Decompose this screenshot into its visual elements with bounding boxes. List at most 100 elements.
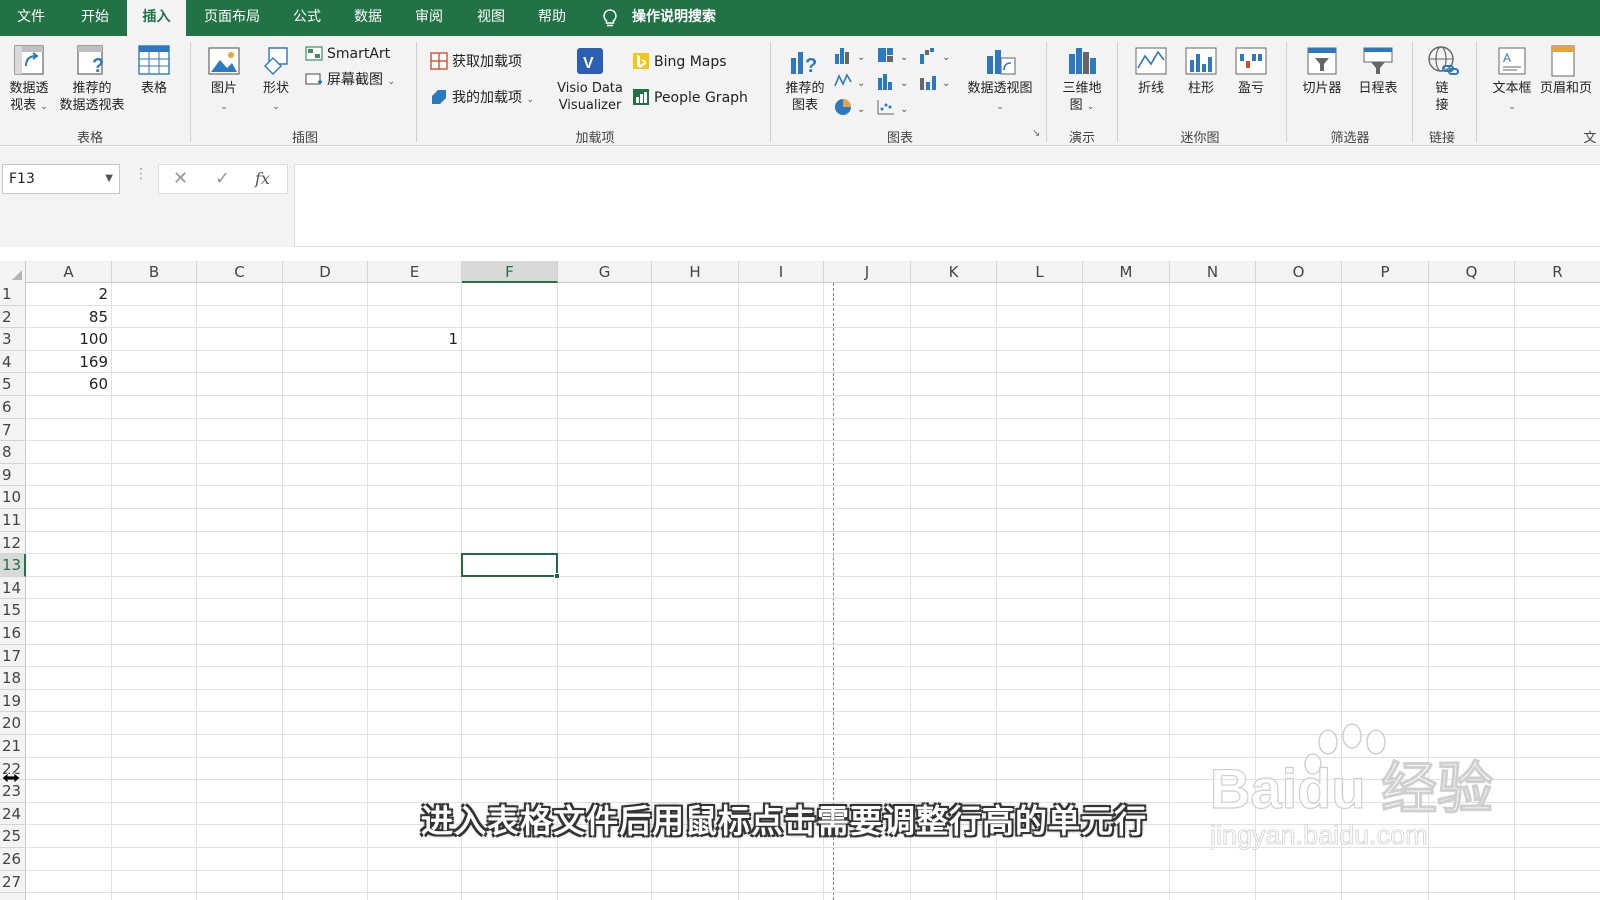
- tell-me-search[interactable]: 操作说明搜索: [624, 0, 724, 36]
- column-header-n[interactable]: N: [1170, 261, 1256, 283]
- get-addins-button[interactable]: 获取加载项: [430, 52, 522, 72]
- row-header-19[interactable]: 19: [0, 690, 26, 713]
- row-header-18[interactable]: 18: [0, 667, 26, 690]
- visio-data-visualizer-button[interactable]: V Visio Data Visualizer: [551, 44, 629, 114]
- sparkline-winloss-button[interactable]: 盈亏: [1230, 44, 1272, 97]
- chevron-down-icon[interactable]: ▼: [105, 165, 113, 193]
- tab-insert[interactable]: 插入: [127, 0, 186, 37]
- hierarchy-chart-icon[interactable]: ⌄: [876, 46, 910, 64]
- tab-view[interactable]: 视图: [466, 0, 516, 36]
- column-header-q[interactable]: Q: [1429, 261, 1515, 283]
- cell-a4[interactable]: 169: [26, 351, 108, 373]
- link-button[interactable]: 链 接: [1420, 44, 1464, 114]
- row-header-16[interactable]: 16: [0, 622, 26, 645]
- column-header-j[interactable]: J: [824, 261, 911, 283]
- tab-page-layout[interactable]: 页面布局: [196, 0, 268, 36]
- waterfall-chart-icon[interactable]: ⌄: [918, 46, 952, 64]
- row-header-26[interactable]: 26: [0, 848, 26, 871]
- my-addins-button[interactable]: 我的加载项 ⌄: [430, 88, 534, 110]
- pie-chart-icon[interactable]: ⌄: [833, 98, 867, 116]
- insert-function-icon[interactable]: fx: [255, 169, 270, 188]
- row-header-17[interactable]: 17: [0, 645, 26, 668]
- row-header-21[interactable]: 21: [0, 735, 26, 758]
- row-header-12[interactable]: 12: [0, 532, 26, 555]
- timeline-button[interactable]: 日程表: [1352, 44, 1404, 97]
- dialog-launcher-icon[interactable]: ↘: [1032, 128, 1040, 139]
- people-graph-button[interactable]: People Graph: [632, 88, 748, 108]
- screenshot-button[interactable]: 屏幕截图 ⌄: [305, 70, 395, 92]
- header-footer-button[interactable]: 页眉和页: [1540, 44, 1600, 97]
- row-header-27[interactable]: 27: [0, 871, 26, 894]
- column-header-c[interactable]: C: [197, 261, 283, 283]
- cell-a3[interactable]: 100: [26, 328, 108, 350]
- line-chart-icon[interactable]: ⌄: [833, 72, 867, 90]
- column-chart-icon[interactable]: ⌄: [833, 46, 867, 64]
- cell-a2[interactable]: 85: [26, 306, 108, 328]
- pictures-button[interactable]: 图片 ⌄: [203, 44, 245, 116]
- column-header-i[interactable]: I: [739, 261, 824, 283]
- row-header-3[interactable]: 3: [0, 328, 26, 351]
- row-header-2[interactable]: 2: [0, 306, 26, 329]
- cell-a1[interactable]: 2: [26, 283, 108, 305]
- combo-chart-icon[interactable]: ⌄: [918, 72, 952, 90]
- row-header-5[interactable]: 5: [0, 373, 26, 396]
- row-header-15[interactable]: 15: [0, 599, 26, 622]
- column-header-a[interactable]: A: [26, 261, 112, 283]
- row-header-9[interactable]: 9: [0, 464, 26, 487]
- row-header-6[interactable]: 6: [0, 396, 26, 419]
- slicer-button[interactable]: 切片器: [1296, 44, 1348, 97]
- row-header-4[interactable]: 4: [0, 351, 26, 374]
- scatter-chart-icon[interactable]: ⌄: [876, 98, 910, 116]
- tab-help[interactable]: 帮助: [527, 0, 577, 36]
- table-button[interactable]: 表格: [133, 44, 175, 97]
- column-header-b[interactable]: B: [112, 261, 197, 283]
- enter-icon[interactable]: ✓: [215, 168, 230, 189]
- recommended-pivot-table-button[interactable]: ? 推荐的 数据透视表: [56, 44, 128, 114]
- tab-file[interactable]: 文件: [6, 0, 56, 36]
- column-header-e[interactable]: E: [368, 261, 462, 283]
- row-header-8[interactable]: 8: [0, 441, 26, 464]
- sparkline-line-button[interactable]: 折线: [1130, 44, 1172, 97]
- recommended-charts-button[interactable]: ? 推荐的 图表: [780, 44, 830, 114]
- fill-handle[interactable]: [554, 572, 560, 579]
- row-header-10[interactable]: 10: [0, 486, 26, 509]
- smartart-button[interactable]: SmartArt: [305, 44, 390, 64]
- row-header-14[interactable]: 14: [0, 577, 26, 600]
- cancel-icon[interactable]: ✕: [173, 168, 188, 189]
- row-header-7[interactable]: 7: [0, 419, 26, 442]
- shapes-button[interactable]: 形状 ⌄: [255, 44, 297, 116]
- sparkline-column-button[interactable]: 柱形: [1180, 44, 1222, 97]
- row-header-11[interactable]: 11: [0, 509, 26, 532]
- tab-data[interactable]: 数据: [343, 0, 393, 36]
- text-box-button[interactable]: A 文本框 ⌄: [1486, 44, 1538, 116]
- column-header-o[interactable]: O: [1256, 261, 1342, 283]
- column-header-d[interactable]: D: [283, 261, 368, 283]
- column-header-l[interactable]: L: [997, 261, 1083, 283]
- column-header-r[interactable]: R: [1515, 261, 1600, 283]
- column-header-f[interactable]: F: [462, 261, 558, 283]
- cell-a5[interactable]: 60: [26, 373, 108, 395]
- tab-formulas[interactable]: 公式: [282, 0, 332, 36]
- statistic-chart-icon[interactable]: ⌄: [876, 72, 910, 90]
- column-header-p[interactable]: P: [1342, 261, 1429, 283]
- column-header-m[interactable]: M: [1083, 261, 1170, 283]
- 3d-map-button[interactable]: 三维地 图 ⌄: [1054, 44, 1110, 116]
- row-header-1[interactable]: 1: [0, 283, 26, 306]
- tab-review[interactable]: 审阅: [404, 0, 454, 36]
- lightbulb-icon[interactable]: [600, 8, 620, 28]
- cell-e3[interactable]: 1: [368, 328, 458, 350]
- formula-input[interactable]: [294, 164, 1600, 247]
- bing-maps-button[interactable]: Bing Maps: [632, 52, 727, 72]
- active-cell-selection[interactable]: [461, 553, 560, 579]
- name-box[interactable]: F13 ▼: [2, 164, 120, 194]
- tab-home[interactable]: 开始: [70, 0, 120, 36]
- pivot-chart-button[interactable]: 数据透视图 ⌄: [960, 44, 1040, 116]
- select-all-corner[interactable]: [0, 261, 26, 283]
- column-header-h[interactable]: H: [652, 261, 739, 283]
- column-header-k[interactable]: K: [911, 261, 997, 283]
- row-header-13[interactable]: 13: [0, 554, 26, 577]
- more-options-icon[interactable]: ⋮: [134, 166, 148, 182]
- pivot-table-button[interactable]: 数据透 视表 ⌄: [4, 44, 54, 116]
- row-header-20[interactable]: 20: [0, 712, 26, 735]
- column-header-g[interactable]: G: [558, 261, 652, 283]
